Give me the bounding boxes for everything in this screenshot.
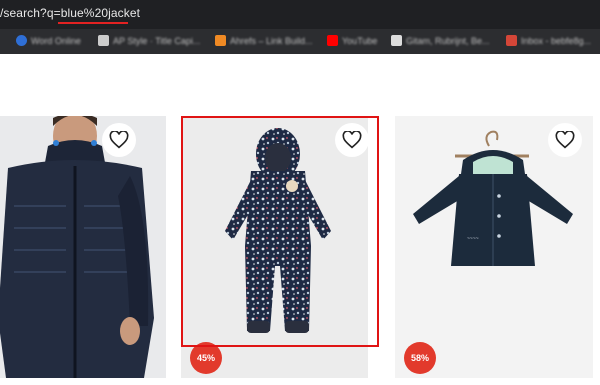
url-prefix: /search?q=	[0, 6, 61, 20]
query-underline-annotation	[58, 22, 128, 24]
bookmark-icon	[98, 35, 109, 46]
product-card-kids-floral-snowsuit[interactable]: 45%	[181, 116, 368, 378]
bookmark-word-online[interactable]: Word Online	[16, 35, 81, 46]
bookmark-icon	[215, 35, 226, 46]
bookmark-label: Gitam, Rubrijnt, Be...	[406, 35, 490, 46]
youtube-icon	[327, 35, 338, 46]
bookmark-label: Ahrefs – Link Build...	[230, 35, 313, 46]
product-card-men-quilted-jacket[interactable]	[0, 116, 166, 378]
address-bar[interactable]: /search?q=blue%20jacket	[0, 0, 600, 29]
bookmark-ap-style[interactable]: AP Style · Title Capi...	[98, 35, 200, 46]
bookmark-label: Word Online	[31, 35, 81, 46]
heart-icon	[109, 131, 129, 149]
bookmark-label: Inbox - bebfe8g...	[521, 35, 592, 46]
url-text[interactable]: /search?q=blue%20jacket	[0, 6, 140, 20]
product-image	[181, 116, 368, 378]
bookmark-gitam[interactable]: Gitam, Rubrijnt, Be...	[391, 35, 490, 46]
product-card-kids-navy-hooded-jacket[interactable]: ~~~~ 58%	[395, 116, 593, 378]
bookmarks-bar: Word Online AP Style · Title Capi... Ahr…	[0, 29, 600, 54]
url-query: blue%20jacket	[60, 6, 141, 20]
heart-icon	[342, 131, 362, 149]
bookmark-youtube[interactable]: YouTube	[327, 35, 377, 46]
bookmark-icon	[391, 35, 402, 46]
svg-text:~~~~: ~~~~	[467, 236, 479, 242]
bookmark-label: YouTube	[342, 35, 378, 46]
wishlist-button[interactable]	[335, 123, 368, 157]
bookmark-icon	[16, 35, 27, 46]
bookmark-label: AP Style · Title Capi...	[113, 35, 201, 46]
bookmark-inbox[interactable]: Inbox - bebfe8g...	[506, 35, 591, 46]
discount-badge: 58%	[404, 342, 436, 374]
discount-badge: 45%	[190, 342, 222, 374]
heart-icon	[555, 131, 575, 149]
wishlist-button[interactable]	[548, 123, 582, 157]
gmail-icon	[506, 35, 517, 46]
wishlist-button[interactable]	[102, 123, 136, 157]
product-image	[0, 116, 166, 378]
bookmark-ahrefs[interactable]: Ahrefs – Link Build...	[215, 35, 313, 46]
